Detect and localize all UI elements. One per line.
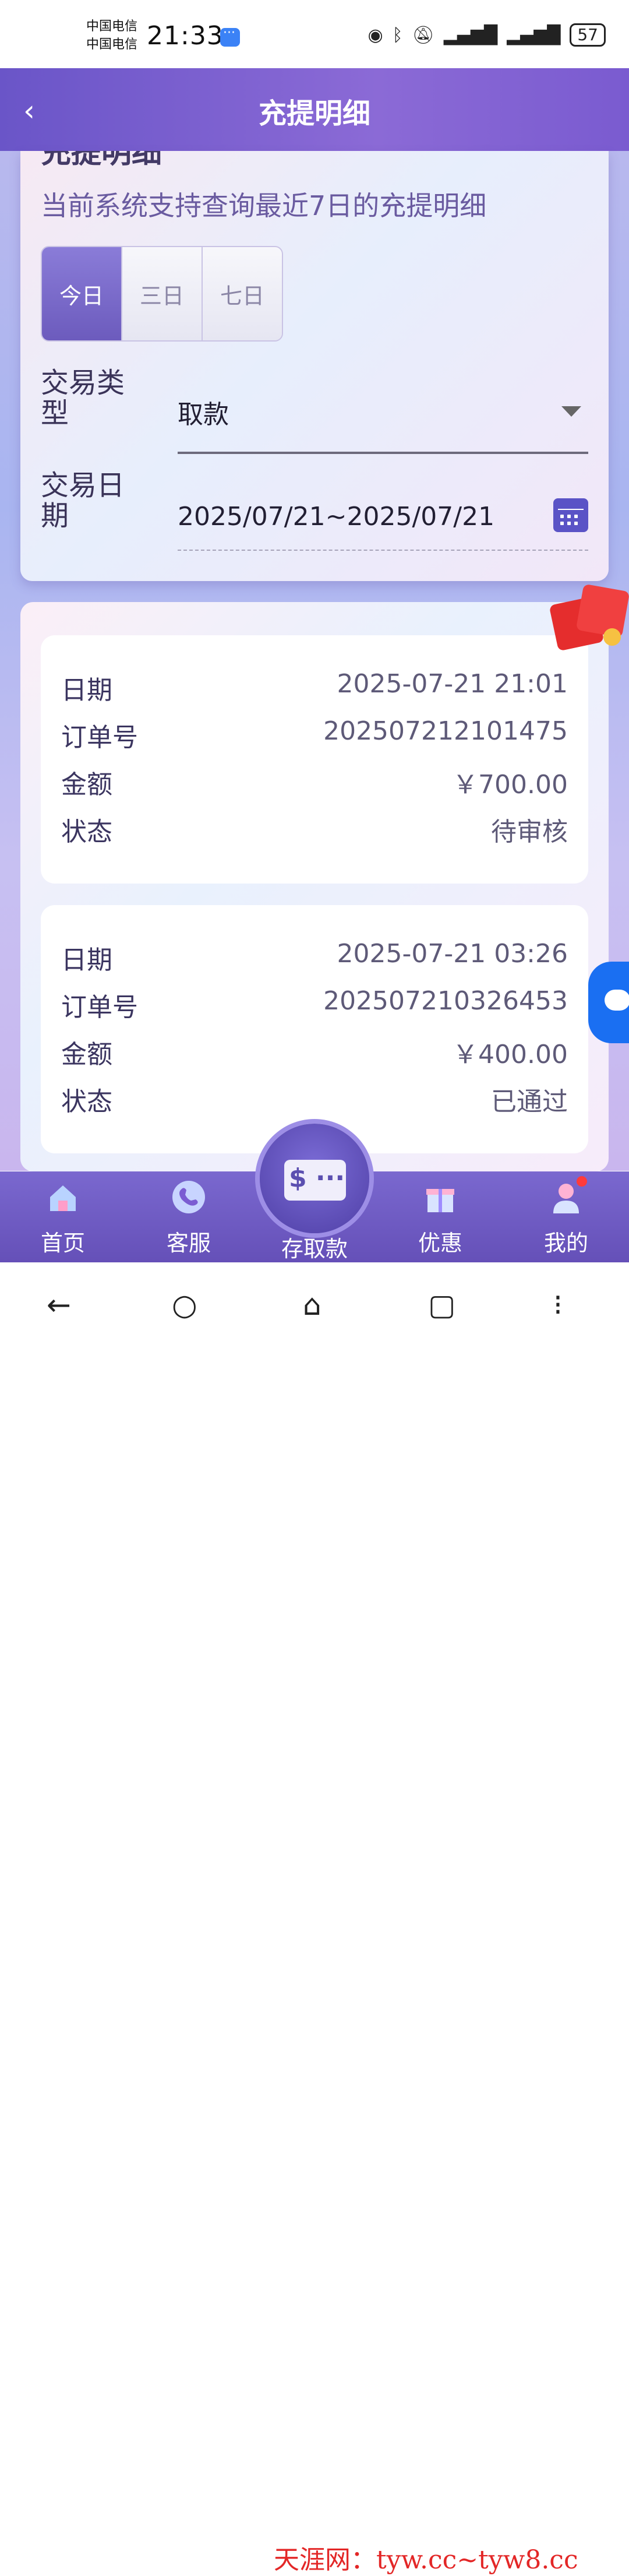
record-card[interactable]: 日期 2025-07-21 03:26 订单号 202507210326453 … (41, 905, 588, 1153)
record-row-status: 状态 待审核 (61, 817, 568, 847)
eye-icon: ◉ (367, 24, 383, 45)
red-envelope-icon[interactable] (547, 583, 629, 653)
type-select[interactable]: 取款 (178, 382, 588, 454)
nav-mine[interactable]: 我的 (503, 1171, 629, 1262)
record-row-order: 订单号 202507212101475 (61, 716, 568, 752)
mute-icon: 🔕︎ (412, 24, 434, 45)
wallet-icon: $ ··· (284, 1160, 346, 1201)
app-header: ‹ 充提明细 (0, 68, 629, 151)
query-hint: 当前系统支持查询最近7日的充提明细 (41, 190, 487, 221)
signal-icon-2: ▂▄▆█ (507, 24, 561, 45)
tab-three-days[interactable]: 三日 (122, 247, 203, 340)
system-home-icon[interactable]: ⌂ (303, 1288, 321, 1322)
range-tabs: 今日 三日 七日 (41, 246, 283, 342)
nav-promo[interactable]: 优惠 (377, 1171, 503, 1262)
system-back-icon[interactable]: ← (47, 1288, 71, 1322)
nav-service[interactable]: 客服 (126, 1171, 252, 1262)
signal-icon: ▂▄▆█ (443, 24, 498, 45)
calendar-icon[interactable] (553, 498, 588, 532)
carrier-label: 中国电信 中国电信 (86, 17, 137, 54)
section-title: 充提明细 (41, 151, 162, 170)
record-row-order: 订单号 202507210326453 (61, 986, 568, 1022)
tab-today[interactable]: 今日 (42, 247, 122, 340)
system-icons: ◉ ᛒ 🔕︎ ▂▄▆█ ▂▄▆█ 57 (367, 23, 606, 47)
record-row-date: 日期 2025-07-21 21:01 (61, 669, 568, 705)
battery-icon: 57 (570, 23, 606, 47)
record-row-date: 日期 2025-07-21 03:26 (61, 939, 568, 975)
type-value: 取款 (178, 400, 229, 430)
record-row-amount: 金额 ￥400.00 (61, 1040, 568, 1069)
date-range-value: 2025/07/21~2025/07/21 (178, 502, 495, 532)
page-title: 充提明细 (258, 97, 370, 130)
system-menu-icon[interactable]: ⁝ (553, 1288, 563, 1322)
type-label: 交易类型 (41, 367, 125, 430)
deposit-withdraw-label: 存取款 (281, 1236, 348, 1262)
tab-seven-days[interactable]: 七日 (203, 247, 282, 340)
filter-card: 充提明细 当前系统支持查询最近7日的充提明细 今日 三日 七日 交易类型 取款 … (20, 151, 609, 581)
date-range-field[interactable]: 2025/07/21~2025/07/21 (178, 480, 588, 551)
home-icon (50, 1185, 76, 1211)
carrier-1: 中国电信 (86, 19, 138, 34)
bluetooth-icon: ᛒ (392, 24, 403, 45)
chevron-down-icon (561, 406, 581, 417)
date-label: 交易日期 (41, 469, 125, 532)
nav-home[interactable]: 首页 (0, 1171, 126, 1262)
system-search-icon[interactable]: ○ (172, 1288, 197, 1322)
clock: 21:33 (147, 21, 224, 51)
phone-icon (172, 1181, 205, 1213)
gift-icon (426, 1189, 454, 1212)
status-bar: 中国电信 中国电信 21:33 ◉ ᛒ 🔕︎ ▂▄▆█ ▂▄▆█ 57 (0, 0, 629, 68)
record-row-status: 状态 已通过 (61, 1087, 568, 1117)
record-card[interactable]: 日期 2025-07-21 21:01 订单号 202507212101475 … (41, 635, 588, 884)
records-list: 日期 2025-07-21 21:01 订单号 202507212101475 … (20, 602, 609, 1171)
message-app-icon (220, 26, 240, 47)
notification-dot (577, 1176, 587, 1187)
chat-bubble-icon[interactable] (588, 962, 629, 1043)
system-recents-icon[interactable]: ▢ (428, 1288, 455, 1322)
watermark: 天涯网：tyw.cc~tyw8.cc (274, 2545, 578, 2575)
record-row-amount: 金额 ￥700.00 (61, 770, 568, 800)
carrier-2: 中国电信 (86, 37, 138, 52)
deposit-withdraw-button[interactable]: $ ··· (260, 1124, 369, 1233)
system-nav-bar: ← ○ ⌂ ▢ ⁝ 天涯网：tyw.cc~tyw8.cc (0, 1262, 629, 2575)
